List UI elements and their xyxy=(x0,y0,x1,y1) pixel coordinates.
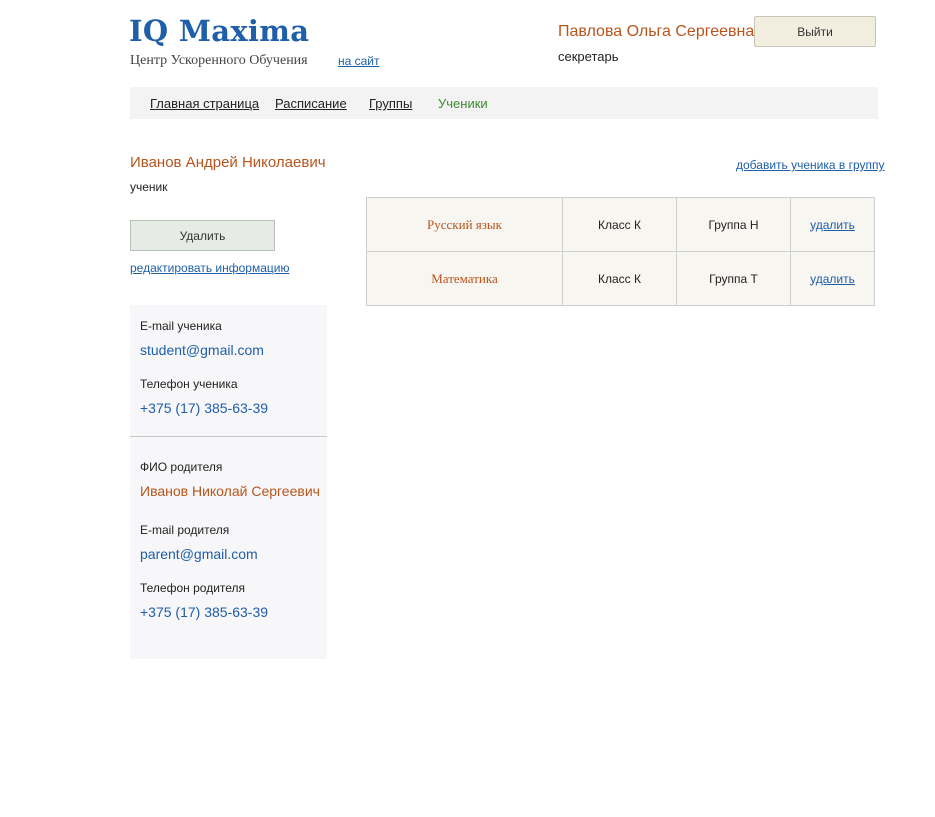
action-cell: удалить xyxy=(790,197,875,252)
contact-info-panel: E-mail ученика student@gmail.com Телефон… xyxy=(130,305,327,659)
class-cell: Класс К xyxy=(562,251,677,306)
table-row: Математика Класс К Группа Т удалить xyxy=(366,251,875,306)
parent-email-value: parent@gmail.com xyxy=(140,546,258,562)
delete-student-button[interactable]: Удалить xyxy=(130,220,275,251)
current-user-name: Павлова Ольга Сергеевна xyxy=(558,23,755,40)
remove-group-link[interactable]: удалить xyxy=(810,272,855,286)
edit-info-link[interactable]: редактировать информацию xyxy=(130,261,289,275)
action-cell: удалить xyxy=(790,251,875,306)
parent-email-label: E-mail родителя xyxy=(140,523,230,537)
info-divider xyxy=(130,436,327,437)
student-groups-table: Русский язык Класс К Группа Н удалить Ма… xyxy=(366,197,875,306)
group-cell: Группа Н xyxy=(676,197,791,252)
add-to-group-link[interactable]: добавить ученика в группу xyxy=(736,158,885,172)
logo[interactable]: IQ Maxima xyxy=(129,14,309,48)
parent-name-label: ФИО родителя xyxy=(140,460,223,474)
nav-item-schedule[interactable]: Расписание xyxy=(275,96,347,111)
main-nav: Главная страница Расписание Группы Учени… xyxy=(130,87,878,119)
student-email-value: student@gmail.com xyxy=(140,342,264,358)
logo-subtitle: Центр Ускоренного Обучения xyxy=(130,53,308,68)
current-user-role: секретарь xyxy=(558,49,619,64)
student-role: ученик xyxy=(130,180,168,194)
subject-cell: Русский язык xyxy=(366,197,563,252)
nav-item-home[interactable]: Главная страница xyxy=(150,96,259,111)
parent-phone-value: +375 (17) 385-63-39 xyxy=(140,604,269,620)
student-email-label: E-mail ученика xyxy=(140,319,222,333)
student-phone-value: +375 (17) 385-63-39 xyxy=(140,400,269,416)
logout-button[interactable]: Выйти xyxy=(754,16,876,47)
table-row: Русский язык Класс К Группа Н удалить xyxy=(366,197,875,252)
class-cell: Класс К xyxy=(562,197,677,252)
site-link[interactable]: на сайт xyxy=(338,54,380,68)
nav-item-students[interactable]: Ученики xyxy=(438,96,488,111)
parent-name-value: Иванов Николай Сергеевич xyxy=(140,483,320,499)
nav-item-groups[interactable]: Группы xyxy=(369,96,412,111)
student-name: Иванов Андрей Николаевич xyxy=(130,154,326,171)
parent-phone-label: Телефон родителя xyxy=(140,581,246,595)
subject-cell: Математика xyxy=(366,251,563,306)
group-cell: Группа Т xyxy=(676,251,791,306)
remove-group-link[interactable]: удалить xyxy=(810,218,855,232)
student-phone-label: Телефон ученика xyxy=(140,377,238,391)
